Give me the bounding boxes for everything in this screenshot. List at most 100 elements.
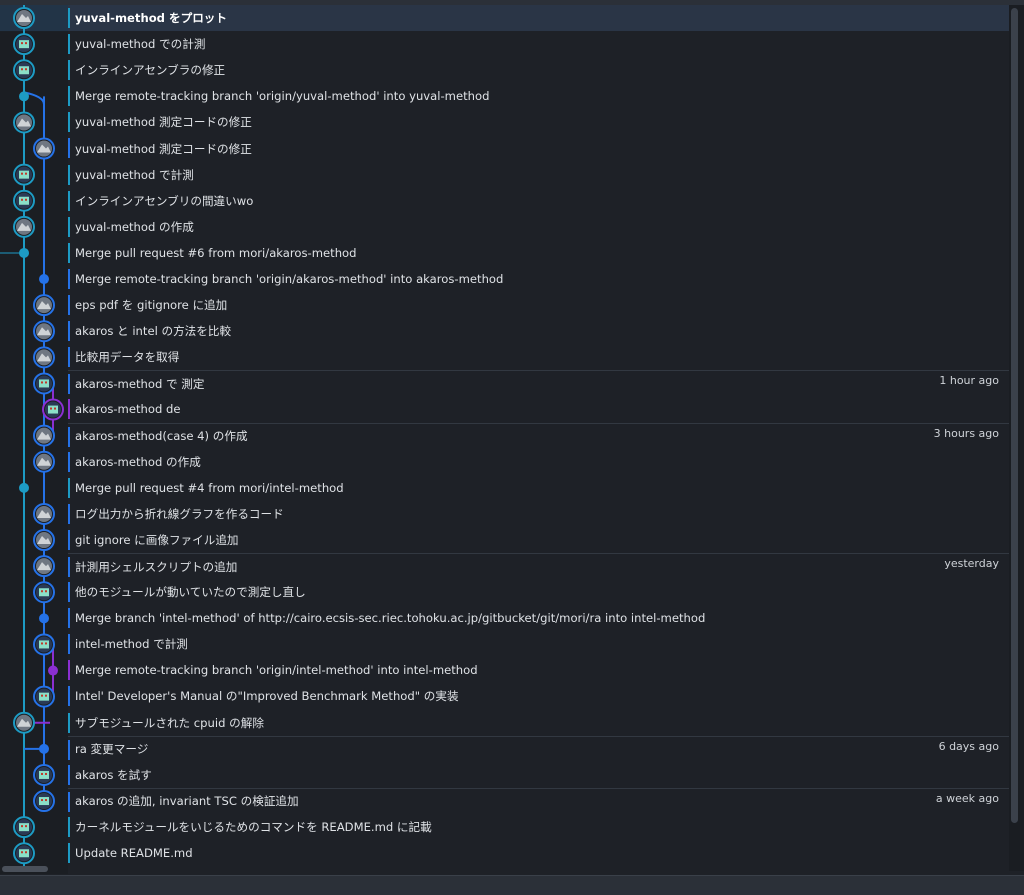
commit-time: 1 hour ago — [939, 374, 999, 388]
commit-message: intel-method で計測 — [75, 637, 188, 652]
pixel-avatar-icon — [21, 172, 23, 175]
commit-row[interactable]: yuval-method の作成 — [68, 214, 1009, 240]
commit-row[interactable]: eps pdf を gitignore に追加 — [68, 292, 1009, 318]
commit-row[interactable]: akaros と intel の方法を比較 — [68, 318, 1009, 344]
commit-message: Merge branch 'intel-method' of http://ca… — [75, 611, 706, 626]
commit-row[interactable]: yuval-method で計測 — [68, 162, 1009, 188]
branch-color-bar — [68, 242, 70, 263]
commit-row[interactable]: ra 変更マージ 6 days ago — [68, 735, 1009, 762]
commit-row[interactable]: Merge remote-tracking branch 'origin/yuv… — [68, 83, 1009, 109]
vertical-scrollbar-thumb[interactable] — [1011, 8, 1018, 823]
branch-color-bar — [68, 739, 70, 760]
branch-color-bar — [68, 764, 70, 785]
bottom-status-bar — [0, 875, 1024, 895]
branch-color-bar — [68, 86, 70, 107]
commit-row[interactable]: Intel' Developer's Manual の"Improved Ben… — [68, 683, 1009, 709]
branch-color-bar — [68, 295, 70, 316]
commit-message: akaros の追加, invariant TSC の検証追加 — [75, 794, 299, 809]
commit-message: akaros を試す — [75, 767, 152, 782]
commit-dot — [19, 91, 29, 102]
branch-color-bar — [68, 608, 70, 629]
commit-message: Merge remote-tracking branch 'origin/int… — [75, 663, 478, 678]
commit-dot — [39, 743, 49, 754]
commit-row[interactable]: intel-method で計測 — [68, 631, 1009, 657]
commit-message: Merge pull request #4 from mori/intel-me… — [75, 480, 344, 495]
commit-row[interactable]: yuval-method 測定コードの修正 — [68, 109, 1009, 135]
commit-row[interactable]: インラインアセンブリの間違いwo — [68, 188, 1009, 214]
commit-row[interactable]: Merge pull request #6 from mori/akaros-m… — [68, 240, 1009, 266]
commit-row[interactable]: yuval-method 測定コードの修正 — [68, 135, 1009, 161]
commit-row[interactable]: git ignore に画像ファイル追加 — [68, 527, 1009, 553]
commit-row[interactable]: Update README.md — [68, 840, 1009, 866]
commit-dot — [19, 482, 29, 493]
commit-graph[interactable] — [0, 5, 68, 871]
commit-message: akaros-method の作成 — [75, 454, 201, 469]
commit-message: Intel' Developer's Manual の"Improved Ben… — [75, 689, 459, 704]
commit-message: Merge pull request #6 from mori/akaros-m… — [75, 245, 357, 260]
commit-row[interactable]: akaros-method の作成 — [68, 449, 1009, 475]
commit-row[interactable]: サブモジュールされた cpuid の解除 — [68, 710, 1009, 736]
commit-message: ra 変更マージ — [75, 742, 149, 757]
commit-message: yuval-method の作成 — [75, 219, 194, 234]
commit-row[interactable]: akaros-method で 測定 1 hour ago — [68, 370, 1009, 396]
commit-message: akaros-method(case 4) の作成 — [75, 429, 248, 444]
commit-message: 他のモジュールが動いていたので測定し直し — [75, 585, 306, 600]
commit-row[interactable]: 計測用シェルスクリプトの追加 yesterday — [68, 552, 1009, 579]
commit-list[interactable]: yuval-method をプロット yuval-method での計測インライン… — [68, 5, 1009, 871]
pixel-avatar-icon — [39, 770, 49, 779]
pixel-avatar-icon — [25, 68, 27, 71]
pixel-avatar-icon — [25, 851, 27, 854]
commit-row[interactable]: akaros の追加, invariant TSC の検証追加 a week ag… — [68, 787, 1009, 814]
branch-color-bar — [68, 268, 70, 289]
commit-dot — [39, 274, 49, 285]
commit-row[interactable]: Merge branch 'intel-method' of http://ca… — [68, 605, 1009, 631]
branch-color-bar — [68, 426, 70, 447]
pixel-avatar-icon — [45, 381, 47, 384]
branch-color-bar — [68, 347, 70, 368]
branch-color-bar — [68, 60, 70, 81]
pixel-avatar-icon — [45, 799, 47, 802]
graph-horizontal-scrollbar-thumb[interactable] — [2, 866, 48, 872]
commit-message: akaros と intel の方法を比較 — [75, 324, 232, 339]
commit-message: カーネルモジュールをいじるためのコマンドを README.md に記載 — [75, 819, 432, 834]
commit-row[interactable]: 比較用データを取得 — [68, 344, 1009, 370]
branch-color-bar — [68, 843, 70, 863]
commit-row[interactable]: Merge remote-tracking branch 'origin/aka… — [68, 266, 1009, 292]
branch-color-bar — [68, 660, 70, 681]
commit-row[interactable]: akaros-method de — [68, 396, 1009, 422]
commit-message: yuval-method 測定コードの修正 — [75, 115, 252, 130]
pixel-avatar-icon — [25, 172, 27, 175]
commit-message: yuval-method をプロット — [75, 11, 227, 26]
pixel-avatar-icon — [21, 851, 23, 854]
pixel-avatar-icon — [48, 405, 58, 414]
commit-row[interactable]: yuval-method をプロット — [68, 5, 1009, 32]
commit-row[interactable]: 他のモジュールが動いていたので測定し直し — [68, 579, 1009, 605]
branch-color-bar — [68, 321, 70, 342]
branch-color-bar — [68, 686, 70, 707]
branch-color-bar — [68, 190, 70, 211]
commit-row[interactable]: yuval-method での計測 — [68, 31, 1009, 57]
pixel-avatar-icon — [19, 823, 29, 832]
commit-message: 比較用データを取得 — [75, 350, 180, 365]
commit-message: yuval-method での計測 — [75, 37, 206, 52]
pixel-avatar-icon — [25, 825, 27, 828]
commit-row[interactable]: Merge pull request #4 from mori/intel-me… — [68, 475, 1009, 501]
commit-message: akaros-method de — [75, 402, 181, 417]
commit-dot — [48, 665, 58, 676]
pixel-avatar-icon — [25, 198, 27, 201]
commit-row[interactable]: akaros を試す — [68, 762, 1009, 788]
pixel-avatar-icon — [41, 590, 43, 593]
pixel-avatar-icon — [45, 694, 47, 697]
commit-message: akaros-method で 測定 — [75, 376, 205, 391]
commit-row[interactable]: Merge remote-tracking branch 'origin/int… — [68, 657, 1009, 683]
commit-time: yesterday — [944, 556, 999, 570]
branch-color-bar — [68, 556, 70, 577]
commit-row[interactable]: インラインアセンブラの修正 — [68, 57, 1009, 83]
commit-row[interactable]: カーネルモジュールをいじるためのコマンドを README.md に記載 — [68, 814, 1009, 840]
pixel-avatar-icon — [54, 407, 56, 410]
branch-color-bar — [68, 164, 70, 185]
commit-row[interactable]: ログ出力から折れ線グラフを作るコード — [68, 501, 1009, 527]
commit-row[interactable]: akaros-method(case 4) の作成 3 hours ago — [68, 422, 1009, 449]
pixel-avatar-icon — [19, 40, 29, 49]
pixel-avatar-icon — [41, 772, 43, 775]
